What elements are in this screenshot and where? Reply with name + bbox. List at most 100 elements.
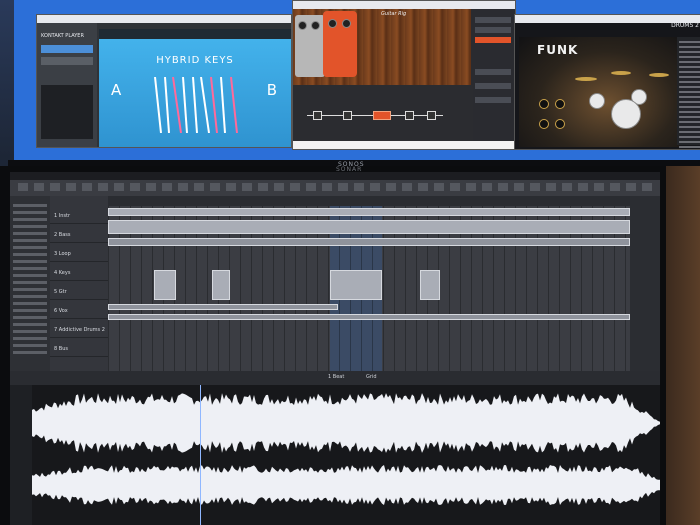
inspector-row[interactable]	[13, 316, 47, 319]
inspector-row[interactable]	[13, 288, 47, 291]
rack-button[interactable]	[475, 27, 511, 33]
addictive-drums-window[interactable]: ADDICTIVE DRUMS 2 FUNK	[514, 14, 700, 150]
kit-list-item[interactable]	[679, 121, 700, 123]
toolbar-button[interactable]	[242, 183, 252, 191]
inspector-row[interactable]	[13, 211, 47, 214]
audio-clip[interactable]	[330, 270, 382, 300]
toolbar-button[interactable]	[146, 183, 156, 191]
inspector-row[interactable]	[13, 232, 47, 235]
zoom-value[interactable]: Grid	[366, 374, 377, 380]
playhead[interactable]	[200, 385, 201, 525]
toolbar-button[interactable]	[338, 183, 348, 191]
timeline-ruler[interactable]	[108, 196, 630, 206]
toolbar-button[interactable]	[162, 183, 172, 191]
track-header[interactable]: 7 Addictive Drums 2	[50, 324, 108, 338]
toolbar-button[interactable]	[258, 183, 268, 191]
toolbar-button[interactable]	[82, 183, 92, 191]
tom-drum-icon[interactable]	[589, 93, 605, 109]
knob-icon[interactable]	[555, 99, 565, 109]
guitar-rig-titlebar[interactable]	[293, 1, 515, 9]
toolbar-button[interactable]	[306, 183, 316, 191]
kit-piece-list[interactable]	[677, 37, 700, 148]
toolbar-button[interactable]	[274, 183, 284, 191]
toolbar-button[interactable]	[546, 183, 556, 191]
kit-list-item[interactable]	[679, 146, 700, 148]
toolbar-button[interactable]	[98, 183, 108, 191]
toolbar-button[interactable]	[418, 183, 428, 191]
toolbar-button[interactable]	[34, 183, 44, 191]
cymbal-icon[interactable]	[575, 77, 597, 81]
toolbar-button[interactable]	[114, 183, 124, 191]
toolbar-button[interactable]	[402, 183, 412, 191]
snap-value[interactable]: 1 Beat	[328, 374, 344, 380]
inspector-row[interactable]	[13, 260, 47, 263]
cymbal-icon[interactable]	[611, 71, 631, 75]
grey-pedal[interactable]	[295, 15, 325, 77]
inspector-row[interactable]	[13, 323, 47, 326]
audio-clip[interactable]	[108, 314, 630, 320]
toolbar-button[interactable]	[386, 183, 396, 191]
kontakt-browser-button[interactable]	[41, 45, 93, 53]
kit-list-item[interactable]	[679, 46, 700, 48]
inspector-row[interactable]	[13, 281, 47, 284]
cymbal-icon[interactable]	[649, 73, 669, 77]
inspector-row[interactable]	[13, 344, 47, 347]
inspector-row[interactable]	[13, 330, 47, 333]
kit-list-item[interactable]	[679, 66, 700, 68]
kit-list-item[interactable]	[679, 81, 700, 83]
chain-node[interactable]	[313, 111, 322, 120]
kontakt-titlebar[interactable]	[37, 15, 291, 23]
audio-clip[interactable]	[108, 304, 338, 310]
inspector-row[interactable]	[13, 267, 47, 270]
kit-list-item[interactable]	[679, 111, 700, 113]
instrument-header[interactable]	[99, 29, 291, 39]
toolbar-button[interactable]	[434, 183, 444, 191]
kit-list-item[interactable]	[679, 106, 700, 108]
toolbar-button[interactable]	[194, 183, 204, 191]
knob-icon[interactable]	[328, 19, 337, 28]
toolbar-button[interactable]	[562, 183, 572, 191]
toolbar-button[interactable]	[18, 183, 28, 191]
toolbar-button[interactable]	[178, 183, 188, 191]
inspector-row[interactable]	[13, 309, 47, 312]
track-header[interactable]: 6 Vox	[50, 305, 108, 319]
toolbar-button[interactable]	[226, 183, 236, 191]
toolbar-button[interactable]	[130, 183, 140, 191]
rack-button[interactable]	[475, 17, 511, 23]
knob-icon[interactable]	[311, 21, 320, 30]
kontakt-library-button[interactable]	[41, 57, 93, 65]
kontakt-window[interactable]: KONTAKT PLAYER HYBRID KEYS A B	[36, 14, 292, 148]
toolbar-button[interactable]	[530, 183, 540, 191]
kit-list-item[interactable]	[679, 141, 700, 143]
kit-list-item[interactable]	[679, 76, 700, 78]
toolbar-button[interactable]	[482, 183, 492, 191]
track-header[interactable]: 5 Gtr	[50, 286, 108, 300]
rack-button[interactable]	[475, 69, 511, 75]
kit-list-item[interactable]	[679, 56, 700, 58]
chain-node[interactable]	[427, 111, 436, 120]
toolbar-button[interactable]	[370, 183, 380, 191]
track-header[interactable]: 8 Bus	[50, 343, 108, 357]
toolbar-button[interactable]	[578, 183, 588, 191]
kit-list-item[interactable]	[679, 41, 700, 43]
inspector-row[interactable]	[13, 302, 47, 305]
kit-list-item[interactable]	[679, 86, 700, 88]
toolbar-button[interactable]	[610, 183, 620, 191]
daw-menubar[interactable]	[10, 172, 660, 180]
kit-list-item[interactable]	[679, 51, 700, 53]
inspector-row[interactable]	[13, 225, 47, 228]
knob-icon[interactable]	[539, 119, 549, 129]
rack-button[interactable]	[475, 83, 511, 89]
inspector-row[interactable]	[13, 218, 47, 221]
toolbar-button[interactable]	[290, 183, 300, 191]
track-header[interactable]: 4 Keys	[50, 267, 108, 281]
orange-fuzz-pedal[interactable]	[323, 11, 357, 77]
kit-list-item[interactable]	[679, 91, 700, 93]
toolbar-button[interactable]	[514, 183, 524, 191]
kit-list-item[interactable]	[679, 61, 700, 63]
audio-clip[interactable]	[108, 208, 630, 216]
guitar-rig-window[interactable]: Guitar Rig	[292, 0, 516, 150]
inspector-row[interactable]	[13, 351, 47, 354]
chain-node[interactable]	[343, 111, 352, 120]
chain-node[interactable]	[405, 111, 414, 120]
